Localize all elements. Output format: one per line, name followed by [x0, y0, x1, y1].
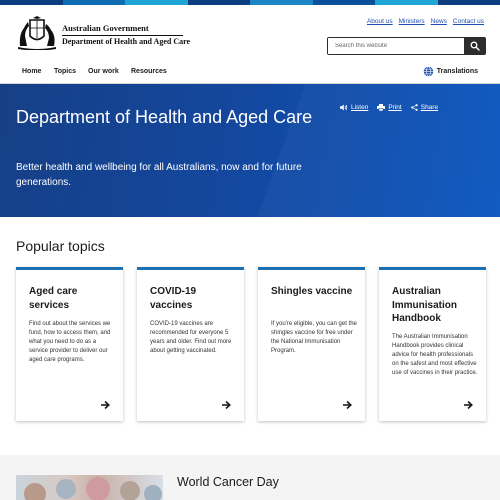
- arrow-right-icon: [343, 400, 352, 410]
- search-input[interactable]: [328, 38, 464, 54]
- card-title: Shingles vaccine: [271, 286, 353, 297]
- card-description: If you're eligible, you can get the shin…: [271, 321, 357, 354]
- print-button[interactable]: Print: [377, 104, 402, 111]
- search-icon: [470, 41, 480, 51]
- translations-label: Translations: [436, 68, 478, 75]
- about-us-link[interactable]: About us: [367, 18, 393, 25]
- speaker-icon: [340, 104, 348, 111]
- translations-button[interactable]: Translations: [423, 66, 478, 77]
- arrow-right-icon: [464, 400, 473, 410]
- nav-item-resources[interactable]: Resources: [131, 68, 167, 75]
- hero-banner: Department of Health and Aged Care Bette…: [0, 84, 500, 217]
- share-label: Share: [420, 104, 439, 111]
- image-figure: [120, 481, 140, 500]
- utility-links: About us Ministers News Contact us: [367, 18, 484, 25]
- nav-item-home[interactable]: Home: [22, 68, 41, 75]
- share-button[interactable]: Share: [410, 104, 439, 111]
- share-icon: [410, 104, 418, 111]
- title-divider: [62, 35, 183, 36]
- ministers-link[interactable]: Ministers: [399, 18, 425, 25]
- nav-item-topics[interactable]: Topics: [54, 68, 76, 75]
- listen-button[interactable]: Listen: [340, 104, 368, 111]
- department-title: Department of Health and Aged Care: [62, 37, 191, 46]
- topic-card-aged-care[interactable]: Aged care services Find out about the se…: [16, 267, 123, 421]
- card-description: Find out about the services we fund, how…: [29, 321, 111, 363]
- news-link[interactable]: News: [431, 18, 447, 25]
- listen-label: Listen: [351, 104, 369, 111]
- topic-card-shingles-vaccine[interactable]: Shingles vaccine If you're eligible, you…: [258, 267, 365, 421]
- image-figure: [144, 485, 162, 500]
- feature-image[interactable]: [16, 475, 163, 500]
- hero-subtitle: Better health and wellbeing for all Aust…: [16, 162, 302, 188]
- card-description: COVID-19 vaccines are recommended for ev…: [150, 321, 232, 354]
- card-title: COVID-19 vaccines: [150, 286, 197, 311]
- feature-title[interactable]: World Cancer Day: [177, 475, 279, 489]
- printer-icon: [377, 104, 386, 111]
- arrow-right-icon: [101, 400, 110, 410]
- arrow-right-icon: [222, 400, 231, 410]
- search-box: [327, 37, 486, 55]
- contact-us-link[interactable]: Contact us: [453, 18, 484, 25]
- card-description: The Australian Immunisation Handbook pro…: [392, 334, 478, 376]
- print-label: Print: [388, 104, 402, 111]
- page-title: Department of Health and Aged Care: [16, 107, 313, 127]
- image-figure: [56, 479, 76, 499]
- topic-card-immunisation-handbook[interactable]: Australian Immunisation Handbook The Aus…: [379, 267, 486, 421]
- card-title: Aged care services: [29, 286, 78, 311]
- globe-icon: [423, 66, 434, 77]
- search-button[interactable]: [464, 38, 485, 54]
- topic-card-covid-vaccines[interactable]: COVID-19 vaccines COVID-19 vaccines are …: [137, 267, 244, 421]
- nav-item-our-work[interactable]: Our work: [88, 68, 119, 75]
- image-figure: [86, 477, 110, 500]
- page-actions: Listen Print Share: [340, 104, 438, 111]
- image-figure: [24, 483, 46, 500]
- coat-of-arms-icon[interactable]: [16, 16, 58, 50]
- popular-topics-heading: Popular topics: [16, 238, 105, 254]
- government-title: Australian Government: [62, 23, 149, 33]
- site-header: Australian Government Department of Heal…: [0, 5, 500, 61]
- main-navigation: Home Topics Our work Resources Translati…: [0, 61, 500, 84]
- card-title: Australian Immunisation Handbook: [392, 286, 458, 324]
